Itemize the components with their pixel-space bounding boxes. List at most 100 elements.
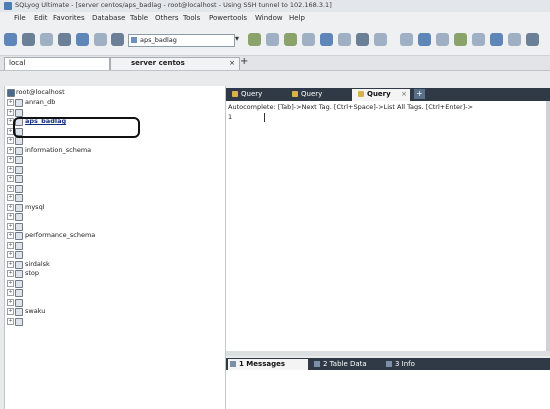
- expand-icon[interactable]: +: [7, 308, 14, 315]
- tab-query-2[interactable]: Query: [292, 89, 338, 101]
- expand-icon[interactable]: +: [7, 184, 14, 192]
- tree-database-item[interactable]: +: [5, 174, 223, 183]
- database-icon: [15, 241, 23, 250]
- add-tab-button[interactable]: +: [240, 56, 248, 67]
- dropdown-arrow-icon[interactable]: ▾: [235, 34, 239, 43]
- grid-icon[interactable]: [374, 33, 387, 46]
- messages-icon: [230, 361, 236, 367]
- execute-icon[interactable]: [76, 33, 89, 46]
- expand-icon[interactable]: +: [7, 175, 14, 182]
- tab-query-1[interactable]: Query: [232, 89, 278, 101]
- expand-icon[interactable]: +: [7, 137, 14, 144]
- menu-tools[interactable]: Tools: [183, 14, 200, 22]
- tree-database-item[interactable]: +: [5, 108, 223, 117]
- tree-database-item[interactable]: + swaku: [5, 307, 223, 316]
- refresh-icon[interactable]: [58, 33, 71, 46]
- new-connection-icon[interactable]: [4, 33, 17, 46]
- expand-icon[interactable]: +: [7, 289, 14, 296]
- import-icon[interactable]: [320, 33, 333, 46]
- tab-table-data[interactable]: 2 Table Data: [312, 359, 378, 370]
- expand-icon[interactable]: +: [7, 108, 14, 116]
- tree-database-item[interactable]: +: [5, 298, 223, 307]
- database-icon: [15, 194, 23, 202]
- menu-edit[interactable]: Edit: [34, 14, 48, 22]
- expand-icon[interactable]: +: [7, 298, 14, 306]
- tree-root[interactable]: root@localhost: [5, 88, 223, 97]
- notifications-icon[interactable]: [472, 33, 485, 46]
- expand-icon[interactable]: +: [7, 241, 14, 249]
- query-builder-icon[interactable]: [266, 33, 279, 46]
- close-icon[interactable]: ×: [401, 90, 407, 98]
- tree-database-item[interactable]: +: [5, 184, 223, 193]
- pane-splitter[interactable]: [226, 351, 550, 356]
- tab-query-3[interactable]: Query ×: [352, 89, 410, 101]
- tab-messages[interactable]: 1 Messages: [228, 359, 308, 370]
- tree-database-item[interactable]: +: [5, 241, 223, 250]
- database-icon: [15, 222, 23, 231]
- tree-database-item[interactable]: + stop: [5, 269, 223, 278]
- menu-database[interactable]: Database: [92, 14, 125, 22]
- menu-table[interactable]: Table: [130, 14, 148, 22]
- tree-database-item[interactable]: +: [5, 222, 223, 231]
- migration-icon[interactable]: [454, 33, 467, 46]
- expand-icon[interactable]: +: [7, 165, 14, 173]
- expand-icon[interactable]: +: [7, 194, 14, 201]
- export-icon[interactable]: [338, 33, 351, 46]
- restore-icon[interactable]: [302, 33, 315, 46]
- connect-icon[interactable]: [22, 33, 35, 46]
- expand-icon[interactable]: +: [7, 146, 14, 154]
- expand-icon[interactable]: +: [7, 317, 14, 325]
- tree-database-label: information_schema: [25, 145, 92, 154]
- disconnect-icon[interactable]: [40, 33, 53, 46]
- expand-icon[interactable]: +: [7, 260, 14, 268]
- query-editor-area: Query Query Query × + Autocomplete: [Tab…: [226, 86, 550, 409]
- expand-icon[interactable]: +: [7, 251, 14, 258]
- close-icon[interactable]: ×: [229, 59, 235, 67]
- database-icon: [15, 165, 23, 174]
- expand-icon[interactable]: +: [7, 279, 14, 287]
- compare-icon[interactable]: [418, 33, 431, 46]
- tree-database-item[interactable]: + anran_db: [5, 98, 223, 107]
- schedule-icon[interactable]: [436, 33, 449, 46]
- tree-database-item[interactable]: + mysql: [5, 203, 223, 212]
- users-icon[interactable]: [508, 33, 521, 46]
- add-query-tab-button[interactable]: +: [414, 89, 425, 99]
- tree-database-item[interactable]: +: [5, 250, 223, 259]
- menu-window[interactable]: Window: [255, 14, 283, 22]
- tab-server-centos[interactable]: server centos ×: [110, 57, 240, 70]
- backup-icon[interactable]: [284, 33, 297, 46]
- sql-editor[interactable]: Autocomplete: [Tab]->Next Tag. [Ctrl+Spa…: [226, 101, 550, 351]
- tree-database-item[interactable]: +: [5, 317, 223, 326]
- expand-icon[interactable]: +: [7, 156, 14, 163]
- expand-icon[interactable]: +: [7, 213, 14, 220]
- tree-database-item[interactable]: + performance_schema: [5, 231, 223, 240]
- tab-info[interactable]: 3 Info: [384, 359, 434, 370]
- menu-others[interactable]: Others: [155, 14, 179, 22]
- tab-local[interactable]: local: [4, 57, 110, 70]
- profiler-icon[interactable]: [490, 33, 503, 46]
- settings-icon[interactable]: [526, 33, 539, 46]
- expand-icon[interactable]: +: [7, 270, 14, 277]
- expand-icon[interactable]: +: [7, 203, 14, 211]
- tree-database-item[interactable]: + sirdalsk: [5, 260, 223, 269]
- sync-icon[interactable]: [400, 33, 413, 46]
- menu-powertools[interactable]: Powertools: [209, 14, 247, 22]
- tree-database-item[interactable]: +: [5, 288, 223, 297]
- tree-database-item[interactable]: + information_schema: [5, 146, 223, 155]
- schema-designer-icon[interactable]: [248, 33, 261, 46]
- expand-icon[interactable]: +: [7, 232, 14, 239]
- editor-scrollbar[interactable]: [546, 101, 550, 351]
- menu-help[interactable]: Help: [289, 14, 305, 22]
- stop-icon[interactable]: [94, 33, 107, 46]
- menu-file[interactable]: File: [14, 14, 26, 22]
- tree-database-item[interactable]: +: [5, 212, 223, 221]
- expand-icon[interactable]: +: [7, 99, 14, 106]
- menu-favorites[interactable]: Favorites: [53, 14, 85, 22]
- table-icon[interactable]: [356, 33, 369, 46]
- database-selector[interactable]: aps_badlag: [128, 34, 235, 47]
- tree-database-item[interactable]: +: [5, 165, 223, 174]
- expand-icon[interactable]: +: [7, 222, 14, 230]
- tree-database-item[interactable]: +: [5, 193, 223, 202]
- tree-database-item[interactable]: +: [5, 279, 223, 288]
- tree-database-item[interactable]: +: [5, 155, 223, 164]
